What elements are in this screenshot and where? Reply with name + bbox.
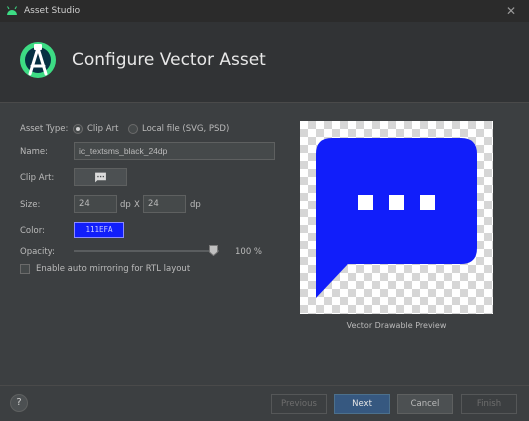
- opacity-value: 100 %: [235, 247, 263, 257]
- auto-mirror-checkbox[interactable]: [20, 264, 30, 274]
- clip-art-label: Clip Art:: [20, 173, 55, 183]
- vector-preview: [300, 121, 493, 314]
- opacity-slider-thumb[interactable]: [209, 245, 218, 256]
- android-icon: [7, 6, 17, 15]
- name-label: Name:: [20, 147, 48, 157]
- close-icon: ✕: [505, 4, 517, 18]
- dialog-heading: Configure Vector Asset: [72, 50, 266, 70]
- size-width-input[interactable]: 24: [74, 195, 117, 213]
- android-studio-logo: [20, 42, 56, 78]
- color-label: Color:: [20, 226, 45, 236]
- radio-clip-art-label[interactable]: Clip Art: [87, 124, 118, 134]
- radio-local-file[interactable]: [128, 124, 138, 134]
- close-button[interactable]: ✕: [503, 3, 519, 19]
- color-swatch[interactable]: 111EFA: [74, 222, 124, 238]
- help-button[interactable]: ?: [10, 394, 28, 412]
- radio-local-file-label[interactable]: Local file (SVG, PSD): [142, 124, 229, 134]
- title-bar: Asset Studio ✕: [0, 0, 529, 22]
- size-separator: X: [134, 200, 140, 210]
- radio-clip-art[interactable]: [73, 124, 83, 134]
- window-title: Asset Studio: [24, 6, 81, 16]
- previous-button[interactable]: Previous: [271, 394, 327, 414]
- opacity-slider-track[interactable]: [74, 250, 219, 252]
- preview-caption: Vector Drawable Preview: [346, 321, 447, 330]
- size-width-unit: dp: [120, 200, 131, 210]
- asset-type-label: Asset Type:: [20, 124, 69, 134]
- textsms-icon: [316, 138, 477, 298]
- name-input[interactable]: [74, 142, 275, 160]
- finish-button[interactable]: Finish: [461, 394, 517, 414]
- size-height-unit: dp: [190, 200, 201, 210]
- size-height-input[interactable]: 24: [143, 195, 186, 213]
- textsms-icon: [95, 172, 106, 183]
- opacity-label: Opacity:: [20, 247, 55, 257]
- dialog-header: Configure Vector Asset: [0, 22, 529, 103]
- cancel-button[interactable]: Cancel: [397, 394, 453, 414]
- auto-mirror-label[interactable]: Enable auto mirroring for RTL layout: [36, 264, 190, 274]
- size-label: Size:: [20, 200, 41, 210]
- next-button[interactable]: Next: [334, 394, 390, 414]
- clip-art-button[interactable]: [74, 168, 127, 186]
